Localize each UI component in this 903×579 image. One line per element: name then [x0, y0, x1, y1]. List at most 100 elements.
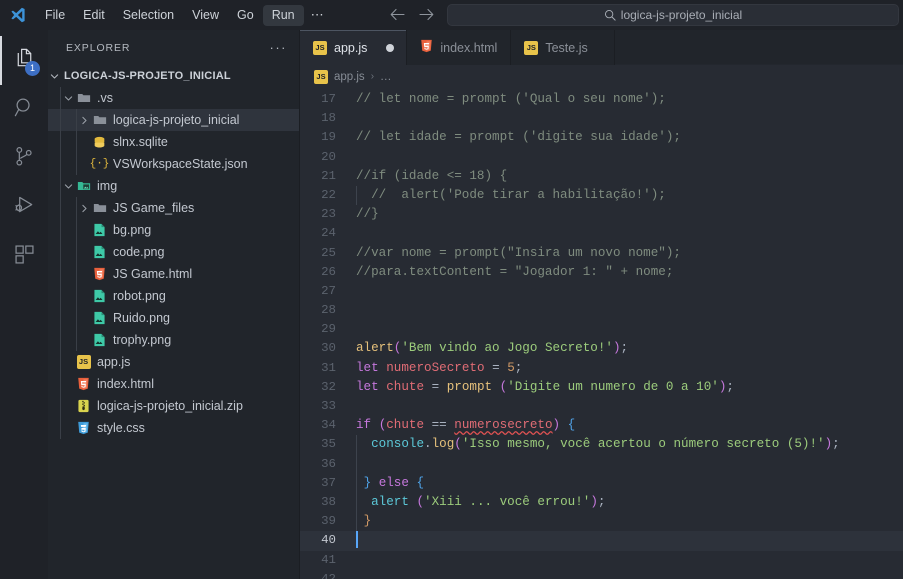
tree-file-vsworkspacestate-json[interactable]: {·} VSWorkspaceState.json — [48, 153, 299, 175]
tree-file-bg-png[interactable]: bg.png — [48, 219, 299, 241]
activity-item-search[interactable] — [0, 85, 48, 134]
menu-go[interactable]: Go — [228, 5, 263, 26]
arrow-left-icon[interactable] — [390, 8, 405, 23]
menu-more-icon[interactable]: ⋯ — [304, 4, 332, 26]
code-line[interactable]: 31 let numeroSecreto = 5; — [300, 359, 903, 378]
breadcrumb-rest[interactable]: … — [380, 71, 392, 83]
code-token: // let idade = prompt ('digite sua idade… — [356, 130, 681, 145]
menu-view[interactable]: View — [183, 5, 228, 26]
tree-folder-logica-js-projeto-inicial[interactable]: logica-js-projeto_inicial — [48, 109, 299, 131]
line-number: 36 — [321, 456, 336, 471]
tree-folder-vs[interactable]: .vs — [48, 87, 299, 109]
code-line[interactable]: 23 //} — [300, 205, 903, 224]
code-line[interactable]: 29 — [300, 320, 903, 339]
line-number: 42 — [321, 571, 336, 579]
code-line[interactable]: 27 — [300, 282, 903, 301]
folder-icon — [74, 91, 93, 105]
line-number: 39 — [321, 514, 336, 529]
tab-app-js[interactable]: JS app.js — [300, 30, 408, 65]
code-line[interactable]: 34 if (chute == numerosecreto) { — [300, 416, 903, 435]
code-token: chute — [386, 379, 425, 394]
quick-search-bar[interactable]: logica-js-projeto_inicial — [447, 4, 899, 26]
chevron-right-icon[interactable] — [78, 204, 90, 213]
chevron-right-icon[interactable] — [78, 116, 90, 125]
tree-folder-img[interactable]: img — [48, 175, 299, 197]
tree-file-slnx-sqlite[interactable]: slnx.sqlite — [48, 131, 299, 153]
tree-folder-js-game-files[interactable]: JS Game_files — [48, 197, 299, 219]
tab-teste-js[interactable]: JS Teste.js — [511, 30, 616, 65]
tab-bar-empty-space — [615, 30, 903, 65]
tree-file-js-game-html[interactable]: JS Game.html — [48, 263, 299, 285]
tree-file-robot-png[interactable]: robot.png — [48, 285, 299, 307]
code-line[interactable]: 20 — [300, 148, 903, 167]
code-line[interactable]: 21 //if (idade <= 18) { — [300, 167, 903, 186]
tree-item-label: index.html — [97, 377, 154, 391]
explorer-sidebar: EXPLORER ··· LOGICA-JS-PROJETO_INICIAL .… — [48, 30, 300, 579]
code-editor[interactable]: 17 // let nome = prompt ('Qual o seu nome… — [300, 88, 903, 579]
code-line[interactable]: 41 — [300, 551, 903, 570]
line-number: 26 — [321, 264, 336, 279]
tree-file-ruido-png[interactable]: Ruido.png — [48, 307, 299, 329]
code-line[interactable]: 33 — [300, 397, 903, 416]
code-line[interactable]: 42 — [300, 570, 903, 579]
quick-search-value: logica-js-projeto_inicial — [620, 8, 743, 22]
code-line[interactable]: 38 alert ('Xiii ... você errou!'); — [300, 492, 903, 513]
menu-selection[interactable]: Selection — [114, 5, 183, 26]
tree-file-index-html[interactable]: index.html — [48, 373, 299, 395]
code-line[interactable]: 30 alert('Bem vindo ao Jogo Secreto!'); — [300, 339, 903, 358]
tree-file-logica-js-projeto-inicial-zip[interactable]: logica-js-projeto_inicial.zip — [48, 395, 299, 417]
code-line[interactable]: 36 — [300, 454, 903, 474]
code-indent-guide — [356, 454, 357, 474]
zip-icon — [74, 399, 93, 413]
line-number: 31 — [321, 360, 336, 375]
indent-guide — [76, 329, 77, 351]
code-line[interactable]: 28 — [300, 301, 903, 320]
breadcrumb-file[interactable]: app.js — [334, 71, 365, 83]
tree-item-label: logica-js-projeto_inicial.zip — [97, 399, 243, 413]
menu-run[interactable]: Run — [262, 4, 304, 26]
activity-item-explorer[interactable]: 1 — [0, 36, 48, 85]
tree-file-trophy-png[interactable]: trophy.png — [48, 329, 299, 351]
tab-label: index.html — [440, 40, 498, 55]
code-line[interactable]: 22 // alert('Pode tirar a habilitação!')… — [300, 185, 903, 206]
code-line[interactable]: 37 } else { — [300, 473, 903, 493]
activity-item-source-control[interactable] — [0, 134, 48, 183]
activity-item-extensions[interactable] — [0, 232, 48, 281]
indent-guide — [76, 263, 77, 285]
code-line[interactable]: 40 — [300, 531, 903, 551]
tree-file-code-png[interactable]: code.png — [48, 241, 299, 263]
code-line[interactable]: 32 let chute = prompt ('Digite um numero … — [300, 378, 903, 397]
line-number: 20 — [321, 149, 336, 164]
tree-item-label: JS Game.html — [113, 267, 193, 281]
chevron-down-icon[interactable] — [62, 94, 74, 103]
code-line-text: alert ('Xiii ... você errou!'); — [356, 492, 903, 513]
indent-guide — [60, 417, 61, 439]
code-line[interactable]: 19 // let idade = prompt ('digite sua ida… — [300, 128, 903, 147]
explorer-more-actions-icon[interactable]: ··· — [270, 41, 288, 54]
json-icon: {·} — [89, 158, 110, 170]
folder-icon — [90, 201, 109, 215]
code-line[interactable]: 17 // let nome = prompt ('Qual o seu nome… — [300, 90, 903, 109]
tab-index-html[interactable]: index.html — [407, 30, 512, 65]
arrow-right-icon[interactable] — [419, 8, 434, 23]
code-line[interactable]: 25 //var nome = prompt("Insira um novo no… — [300, 244, 903, 263]
indent-guide — [60, 197, 61, 219]
menu-edit[interactable]: Edit — [74, 5, 114, 26]
tree-file-app-js[interactable]: JS app.js — [48, 351, 299, 373]
code-token: if — [356, 418, 372, 433]
tree-file-style-css[interactable]: style.css — [48, 417, 299, 439]
code-line[interactable]: 26 //para.textContent = "Jogador 1: " + n… — [300, 263, 903, 282]
tree-item-label: slnx.sqlite — [113, 135, 168, 149]
menu-file[interactable]: File — [36, 5, 74, 26]
tree-root-folder[interactable]: LOGICA-JS-PROJETO_INICIAL — [48, 65, 299, 87]
chevron-down-icon[interactable] — [62, 182, 74, 191]
code-line[interactable]: 39 } — [300, 512, 903, 532]
unsaved-indicator-icon[interactable] — [386, 43, 395, 52]
code-line[interactable]: 24 — [300, 224, 903, 243]
activity-item-run-and-debug[interactable] — [0, 183, 48, 232]
code-line[interactable]: 35 console.log('Isso mesmo, você acertou… — [300, 435, 903, 455]
code-token: . — [424, 437, 432, 452]
code-token: ) — [552, 418, 561, 433]
code-line[interactable]: 18 — [300, 109, 903, 128]
